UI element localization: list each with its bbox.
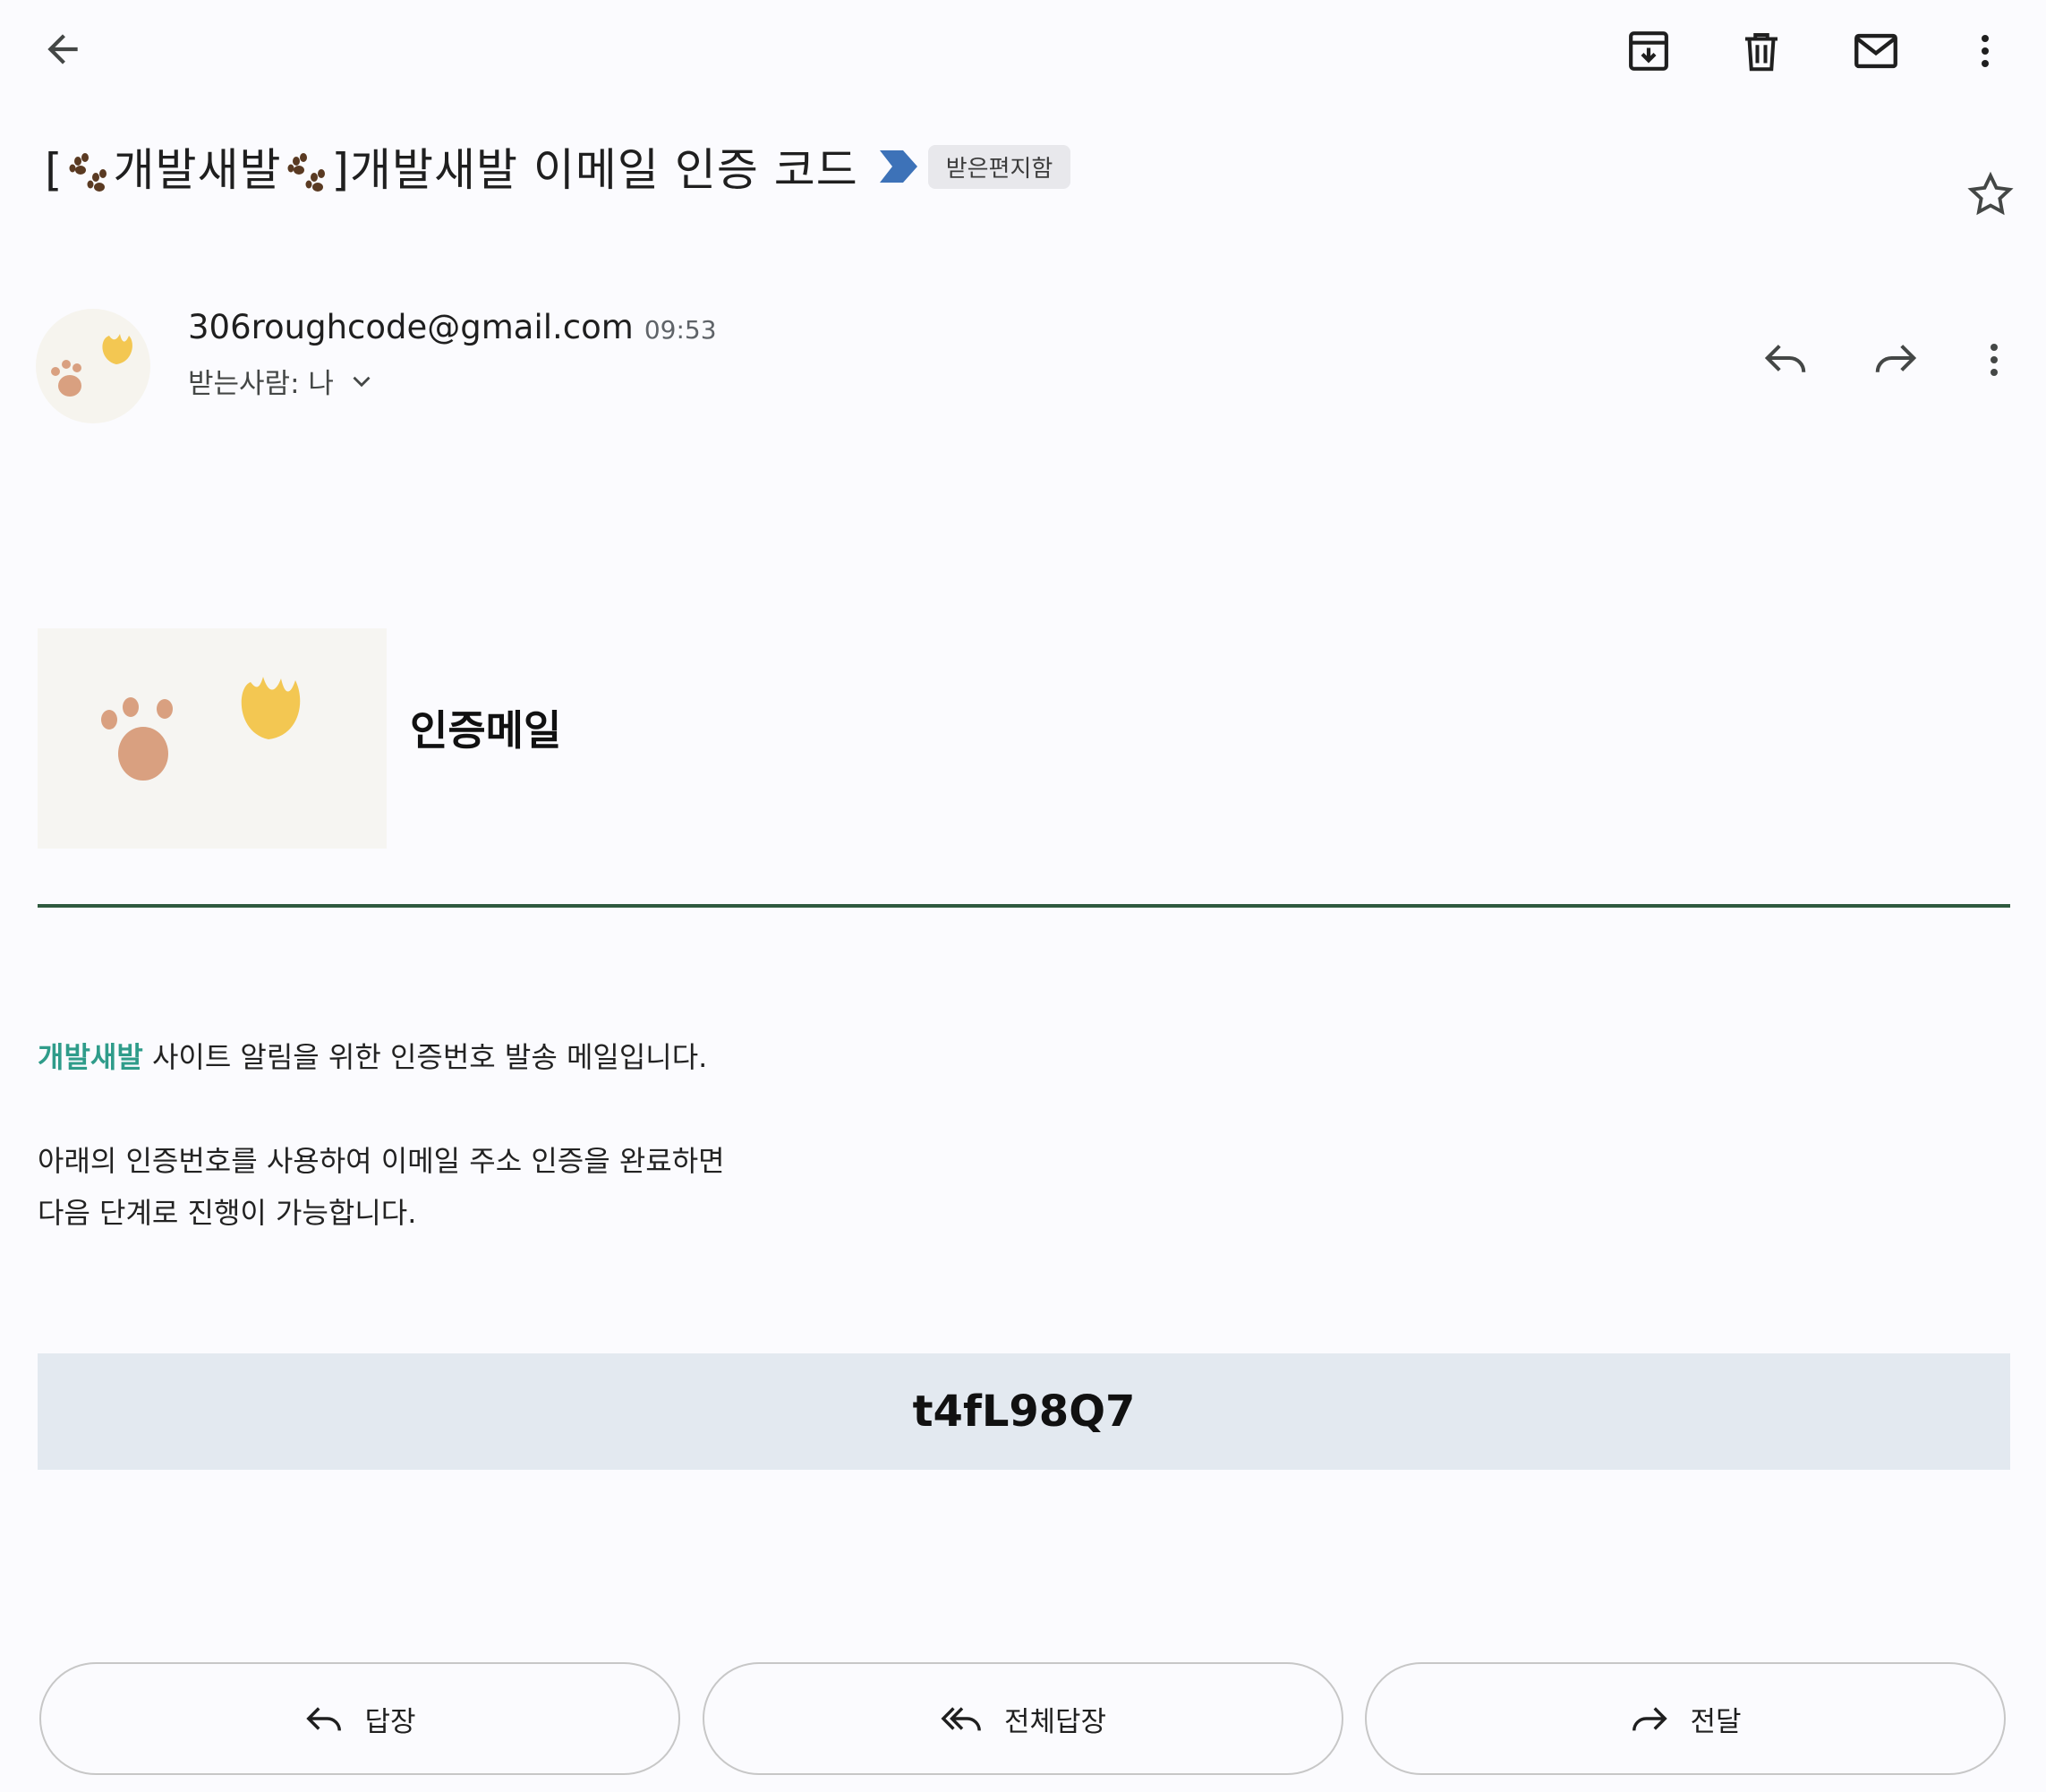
subject-brand: 개발새발 (113, 144, 282, 196)
body-line-1: 개발새발 사이트 알림을 위한 인증번호 발송 메일입니다. (38, 1035, 707, 1076)
subject-bracket-open: [ (45, 144, 64, 196)
reply-all-icon (941, 1707, 981, 1731)
brand-logo-image (38, 628, 387, 849)
paw-avatar-icon (51, 334, 132, 397)
message-more-button[interactable] (1958, 324, 2030, 396)
more-vert-icon (1982, 35, 1989, 67)
trash-icon (1745, 32, 1777, 72)
arrow-left-icon (47, 34, 78, 64)
verification-title: 인증메일 (410, 706, 562, 755)
mail-icon (1854, 33, 1897, 69)
reply-icon (1764, 345, 1806, 372)
reply-label: 답장 (364, 1705, 416, 1738)
reply-all-label: 전체답장 (1003, 1705, 1107, 1738)
brand-link[interactable]: 개발새발 (38, 1040, 143, 1074)
forward-button[interactable]: 전달 (1365, 1662, 2006, 1775)
more-vert-icon (1991, 344, 1998, 376)
sender-address[interactable]: 306roughcode@gmail.com (188, 308, 634, 346)
delete-button[interactable] (1724, 13, 1799, 89)
star-button[interactable] (1956, 161, 2025, 229)
subject-bracket-close: ] (331, 144, 351, 196)
forward-icon-button[interactable] (1860, 322, 1931, 394)
back-button[interactable] (27, 13, 98, 85)
forward-label: 전달 (1690, 1705, 1742, 1738)
reply-icon-button[interactable] (1750, 322, 1821, 394)
recipient-label: 받는사람: 나 (188, 368, 334, 400)
verification-code-box: t4fL98Q7 (38, 1353, 2010, 1470)
verification-code[interactable]: t4fL98Q7 (913, 1387, 1136, 1437)
sender-avatar[interactable] (36, 309, 150, 423)
forward-icon (1633, 1707, 1668, 1731)
more-options-button[interactable] (1949, 13, 2021, 89)
paw-prints-icon (69, 152, 107, 192)
sent-time: 09:53 (644, 315, 717, 345)
subject-text: 개발새발 이메일 인증 코드 (350, 144, 858, 196)
paw-prints-icon (287, 152, 325, 192)
paw-logo-icon (101, 677, 301, 781)
reply-button[interactable]: 답장 (39, 1662, 680, 1775)
body-line-2: 아래의 인증번호를 사용하여 이메일 주소 인증을 완료하면 (38, 1144, 725, 1178)
body-line-3: 다음 단계로 진행이 가능합니다. (38, 1196, 417, 1230)
reply-all-button[interactable]: 전체답장 (703, 1662, 1343, 1775)
archive-icon (1629, 31, 1668, 71)
sender-line: 306roughcode@gmail.com 09:53 (188, 308, 717, 346)
star-icon (1967, 171, 2014, 216)
reply-icon (306, 1707, 342, 1731)
subject-row: [ 개발새발 ]개발새발 이메일 인증 코드 받은편지함 (45, 134, 1071, 199)
recipient-toggle[interactable]: 받는사람: 나 (188, 361, 377, 401)
body-line-1-text: 사이트 알림을 위한 인증번호 발송 메일입니다. (142, 1040, 708, 1074)
archive-button[interactable] (1611, 13, 1686, 89)
importance-marker-icon[interactable] (878, 149, 919, 184)
inbox-label-chip[interactable]: 받은편지함 (927, 144, 1071, 189)
forward-icon (1875, 345, 1917, 372)
email-subject: [ 개발새발 ]개발새발 이메일 인증 코드 (45, 134, 858, 199)
mark-unread-button[interactable] (1838, 13, 1914, 89)
chevron-down-icon (353, 376, 371, 387)
divider (38, 904, 2010, 908)
